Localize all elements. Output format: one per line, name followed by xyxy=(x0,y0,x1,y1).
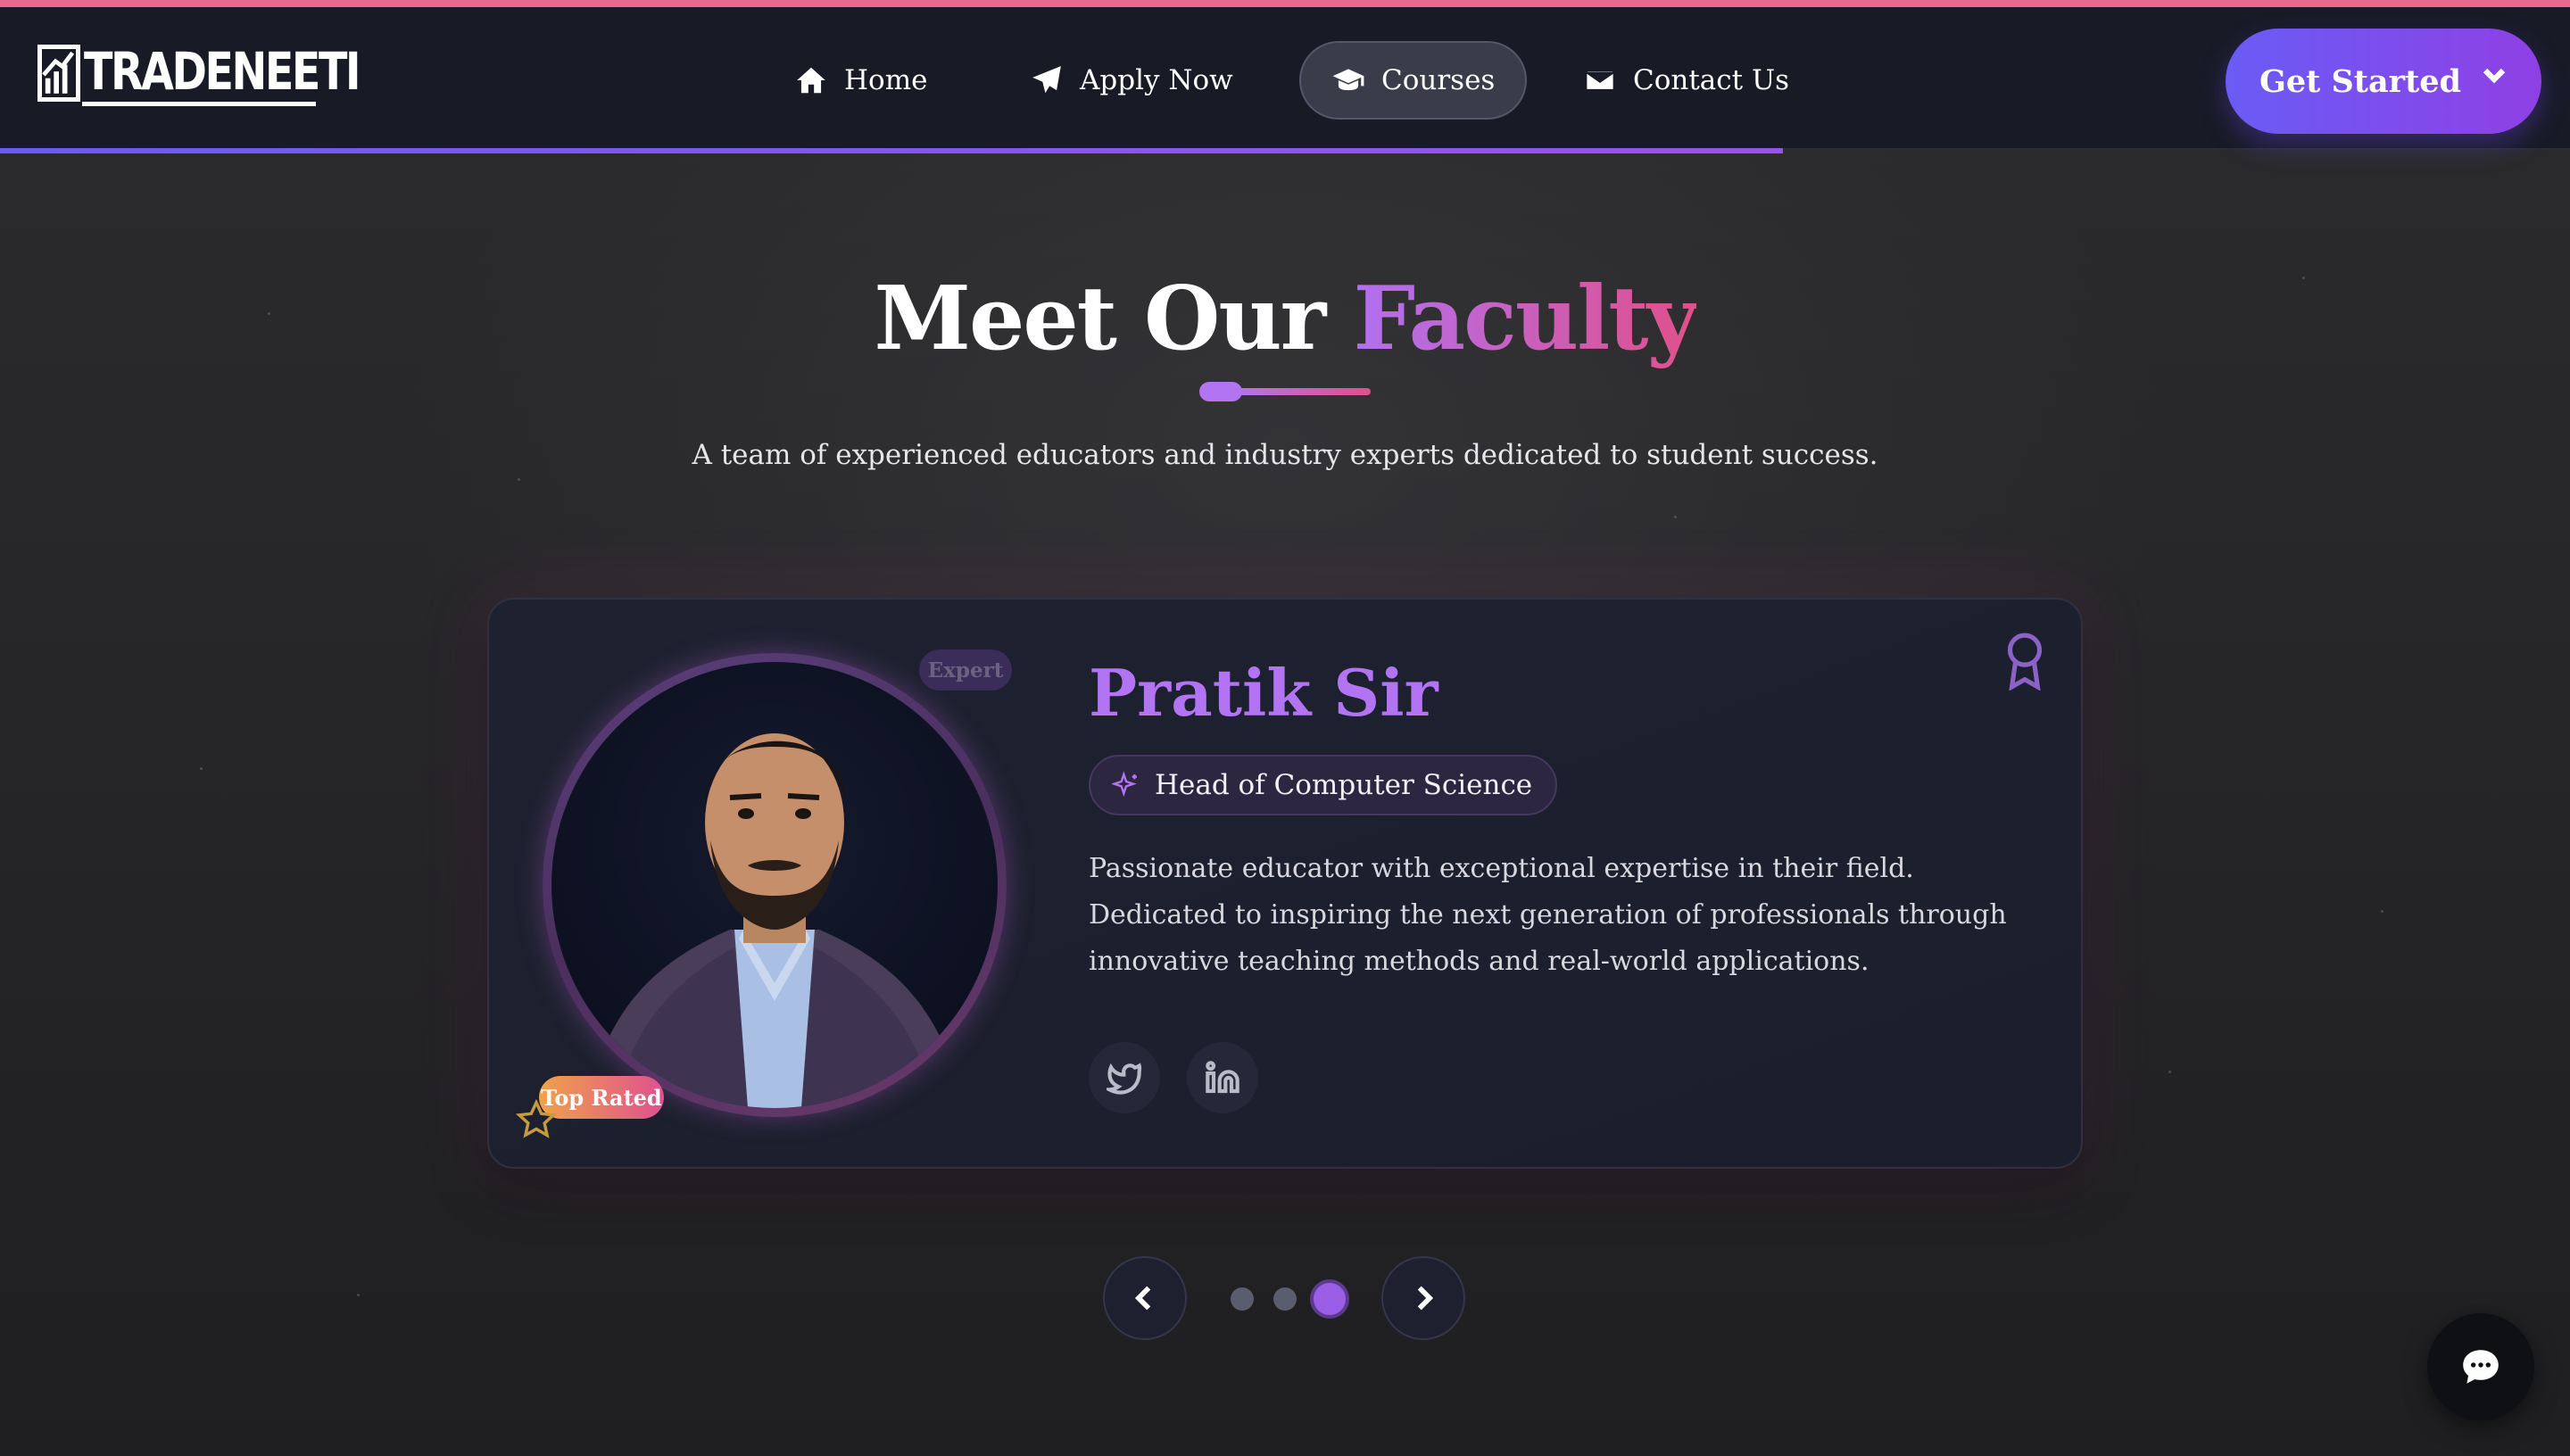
carousel-dot-3[interactable] xyxy=(1310,1279,1349,1319)
nav-apply-now[interactable]: Apply Now xyxy=(999,41,1264,120)
expert-badge: Expert xyxy=(919,649,1012,691)
section-title-main: Meet Our xyxy=(874,268,1326,370)
nav-courses[interactable]: Courses xyxy=(1299,41,1528,120)
carousel-dot-2[interactable] xyxy=(1273,1287,1297,1311)
paper-plane-icon xyxy=(1032,66,1061,94)
chevron-down-icon xyxy=(2483,68,2506,84)
title-underline-dot xyxy=(1199,382,1242,401)
graduation-cap-icon xyxy=(1332,69,1364,91)
get-started-button[interactable]: Get Started xyxy=(2226,29,2541,134)
faculty-name: Pratik Sir xyxy=(1089,655,1438,731)
faculty-role-badge: Head of Computer Science xyxy=(1089,755,1558,815)
section-subtitle: A team of experienced educators and indu… xyxy=(692,439,1878,471)
carousel-prev-button[interactable] xyxy=(1103,1256,1187,1340)
star-icon xyxy=(516,1099,557,1138)
get-started-label: Get Started xyxy=(2259,62,2461,100)
nav-apply-label: Apply Now xyxy=(1080,64,1233,96)
envelope-icon xyxy=(1584,69,1616,92)
faculty-bio: Passionate educator with exceptional exp… xyxy=(1089,853,2007,977)
faculty-photo xyxy=(551,662,998,1108)
section-title-accent: Faculty xyxy=(1353,268,1697,370)
award-icon xyxy=(2007,633,2043,691)
linkedin-link[interactable] xyxy=(1187,1042,1258,1113)
nav-home-label: Home xyxy=(844,64,928,96)
carousel-dot-1[interactable] xyxy=(1231,1287,1254,1311)
section-title: Meet Our Faculty xyxy=(0,268,2570,370)
chat-button[interactable] xyxy=(2427,1313,2534,1420)
faculty-card: Expert Top Rated Pratik Sir Head of Comp… xyxy=(487,598,2083,1169)
top-rated-badge: Top Rated xyxy=(539,1076,664,1119)
top-accent-line xyxy=(0,0,2570,7)
home-icon xyxy=(797,67,825,94)
nav-home[interactable]: Home xyxy=(764,41,958,120)
chevron-right-icon xyxy=(1417,1286,1434,1311)
title-underline xyxy=(1231,388,1371,395)
linkedin-icon xyxy=(1206,1061,1239,1094)
carousel-next-button[interactable] xyxy=(1381,1256,1465,1340)
nav-courses-label: Courses xyxy=(1381,64,1496,96)
nav-contact-label: Contact Us xyxy=(1633,64,1789,96)
faculty-photo-frame xyxy=(543,653,1007,1117)
sparkles-icon xyxy=(1112,771,1137,798)
twitter-icon xyxy=(1107,1063,1142,1095)
twitter-link[interactable] xyxy=(1089,1042,1160,1113)
nav-contact-us[interactable]: Contact Us xyxy=(1553,41,1820,120)
main-nav: Home Apply Now Courses Contact Us xyxy=(0,7,2570,150)
chevron-left-icon xyxy=(1134,1286,1151,1311)
faculty-role: Head of Computer Science xyxy=(1155,769,1533,801)
chat-bubble-icon xyxy=(2463,1350,2499,1384)
